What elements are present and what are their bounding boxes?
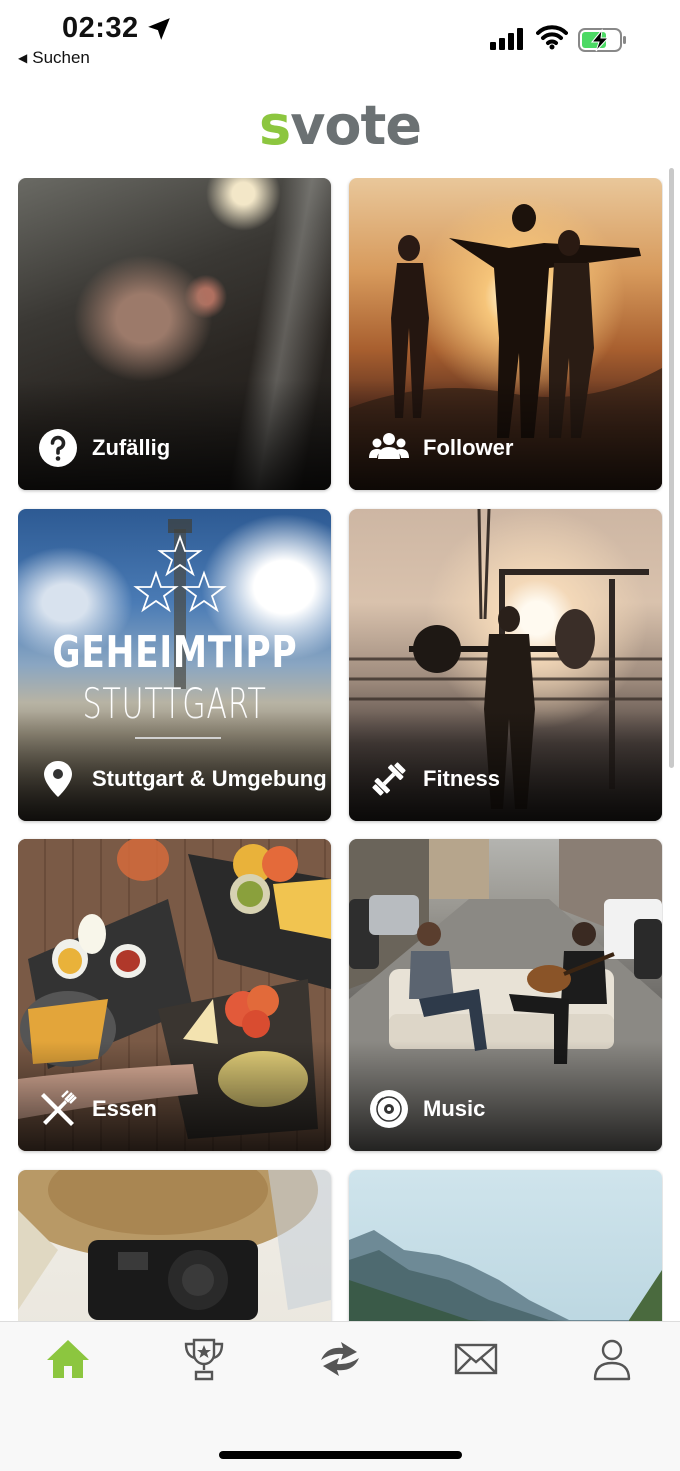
tab-ranking[interactable]	[174, 1334, 234, 1384]
dumbbell-icon	[372, 762, 406, 796]
tab-profile[interactable]	[582, 1334, 642, 1384]
profile-icon	[593, 1339, 631, 1381]
tile-label: Follower	[369, 428, 513, 468]
tile-label: Zufällig	[38, 428, 170, 468]
back-to-search-link[interactable]: ◀ Suchen	[18, 48, 90, 68]
category-tile-follower[interactable]: Follower	[349, 178, 662, 490]
category-tile-nature-partial[interactable]	[349, 1170, 662, 1321]
geheimtipp-title: GEHEIMTIPP	[52, 627, 298, 678]
back-label: Suchen	[32, 48, 90, 67]
tile-label-text: Essen	[92, 1096, 157, 1121]
trophy-icon	[184, 1338, 224, 1381]
people-icon	[369, 433, 409, 459]
tab-messages[interactable]	[446, 1334, 506, 1384]
mail-icon	[454, 1343, 498, 1375]
vinyl-disc-icon	[370, 1090, 408, 1128]
wifi-icon	[536, 25, 568, 50]
status-time: 02:32	[62, 12, 139, 44]
back-triangle-icon: ◀	[18, 51, 28, 65]
tile-label-text: Follower	[423, 435, 514, 460]
tab-home[interactable]	[38, 1334, 98, 1384]
tile-image-hat-camera-shapes	[18, 1170, 331, 1320]
category-tile-food[interactable]: Essen	[18, 839, 331, 1151]
tile-label-text: Stuttgart & Umgebung	[92, 766, 327, 791]
category-tile-music[interactable]: Music	[349, 839, 662, 1151]
tile-label-text: Fitness	[423, 766, 501, 791]
tile-label: Stuttgart & Umgebung	[38, 759, 327, 799]
cellular-signal-icon	[490, 28, 523, 50]
logo-accent-letter: s	[259, 94, 291, 157]
category-tile-random[interactable]: Zufällig	[18, 178, 331, 490]
category-tile-stuttgart[interactable]: GEHEIMTIPP STUTTGART Stuttgart & Umgebun…	[18, 509, 331, 821]
location-pin-icon	[44, 761, 72, 797]
tab-svote[interactable]	[310, 1334, 370, 1384]
category-tile-fitness[interactable]: Fitness	[349, 509, 662, 821]
tile-label: Music	[369, 1089, 485, 1129]
category-grid: Zufällig Follower GEHEIMTIPP STUTTGART S…	[18, 178, 663, 1321]
category-tile-travel-partial[interactable]	[18, 1170, 331, 1321]
bottom-tab-bar	[0, 1321, 680, 1471]
logo-text: vote	[290, 94, 422, 157]
tile-label: Essen	[38, 1089, 157, 1129]
tile-label-text: Music	[423, 1096, 486, 1121]
tile-label-text: Zufällig	[92, 435, 171, 460]
home-icon	[47, 1340, 89, 1378]
fork-knife-icon	[41, 1090, 77, 1126]
scroll-indicator[interactable]	[669, 168, 674, 768]
location-arrow-icon	[148, 18, 170, 40]
tile-label: Fitness	[369, 759, 500, 799]
status-bar: 02:32 ◀ Suchen	[0, 0, 680, 80]
question-circle-icon	[39, 429, 77, 467]
svote-swap-icon	[321, 1342, 359, 1376]
home-indicator[interactable]	[219, 1451, 462, 1459]
app-logo: svote	[0, 94, 680, 157]
battery-charging-icon	[578, 28, 626, 52]
tile-image-mountain-shapes	[349, 1230, 662, 1321]
